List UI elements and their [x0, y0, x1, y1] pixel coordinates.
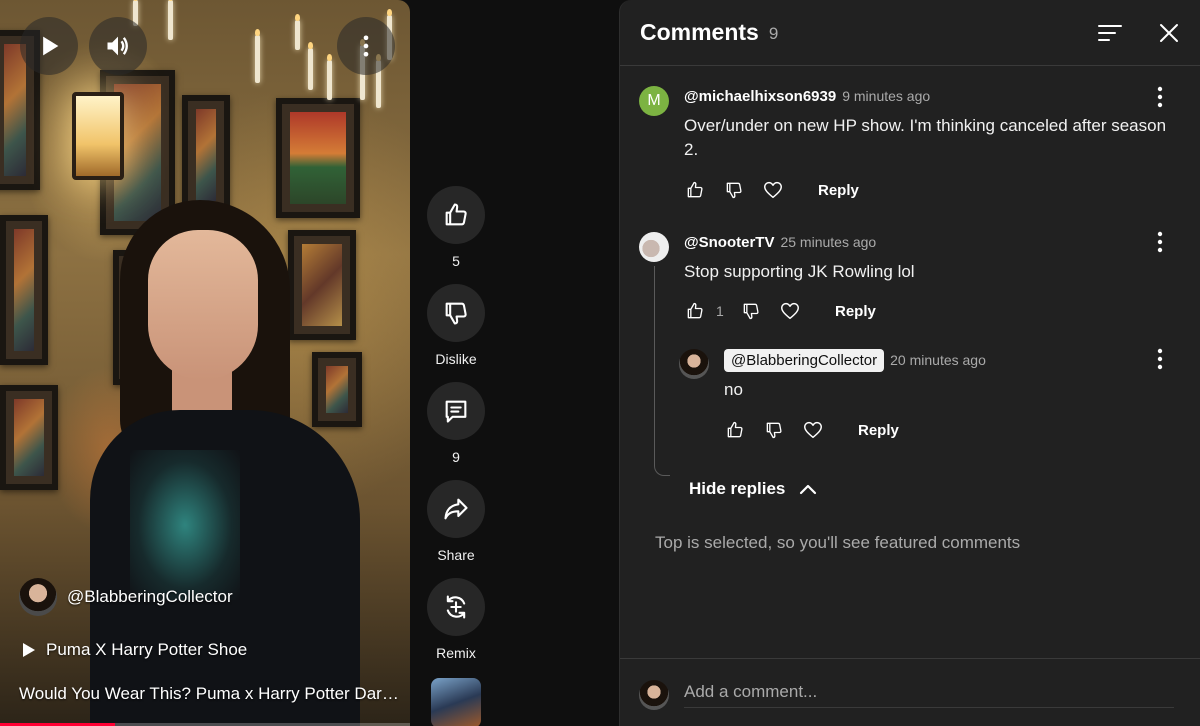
volume-icon	[107, 36, 128, 56]
comments-button[interactable]	[427, 382, 485, 440]
play-small-icon	[23, 643, 35, 657]
reply-heart-button[interactable]	[802, 419, 824, 441]
vertical-dots-icon	[1157, 86, 1163, 108]
reply-button[interactable]: Reply	[818, 182, 859, 199]
comment-count: 9	[452, 449, 460, 465]
comment-heart-button[interactable]	[762, 179, 784, 201]
channel-avatar[interactable]	[19, 578, 57, 616]
music-title: Puma X Harry Potter Shoe	[46, 640, 248, 659]
wall-frame	[0, 385, 58, 490]
comment-author[interactable]: @SnooterTV	[684, 234, 774, 251]
add-comment-input[interactable]: Add a comment...	[684, 680, 1174, 708]
share-label: Share	[437, 547, 475, 563]
wall-frame	[0, 215, 48, 365]
comment-avatar[interactable]	[639, 232, 669, 262]
comments-count: 9	[768, 24, 779, 43]
thread-line	[654, 266, 670, 476]
heart-icon	[764, 181, 782, 199]
vertical-dots-icon	[363, 35, 369, 57]
reply-time[interactable]: 20 minutes ago	[890, 352, 986, 368]
candle	[255, 29, 260, 83]
candle	[327, 54, 332, 100]
action-column: 5 Dislike 9 Share Remix	[425, 186, 487, 726]
play-button[interactable]	[20, 17, 78, 75]
comment-heart-button[interactable]	[779, 300, 801, 322]
comment-like-button[interactable]	[684, 300, 706, 322]
like-button[interactable]	[427, 186, 485, 244]
reply-button[interactable]: Reply	[858, 422, 899, 439]
thumbs-up-icon	[687, 302, 703, 319]
comment-like-count: 1	[716, 303, 724, 319]
like-count: 5	[452, 253, 460, 269]
comment-icon	[445, 400, 467, 423]
wall-frame	[182, 95, 230, 215]
featured-notice: Top is selected, so you'll see featured …	[655, 533, 1021, 552]
close-button[interactable]	[1155, 19, 1183, 47]
comment-author[interactable]: @michaelhixson6939	[684, 88, 836, 105]
reply-author-chip[interactable]: @BlabberingCollector	[724, 349, 885, 372]
close-icon	[1160, 24, 1178, 42]
candle	[295, 14, 300, 50]
thumbs-up-icon	[727, 421, 743, 438]
reply-like-button[interactable]	[724, 419, 746, 441]
reply-avatar[interactable]	[679, 349, 709, 379]
remix-icon	[446, 595, 466, 619]
reply-button[interactable]: Reply	[835, 303, 876, 320]
comment-menu-button[interactable]	[1150, 85, 1170, 109]
comment-avatar[interactable]: M	[639, 86, 669, 116]
reply-menu-button[interactable]	[1150, 347, 1170, 371]
reply-dislike-button[interactable]	[763, 419, 785, 441]
candle	[308, 42, 313, 90]
heart-icon	[804, 421, 822, 439]
dislike-label: Dislike	[435, 351, 477, 367]
hide-replies-button[interactable]: Hide replies	[689, 478, 819, 500]
dislike-button[interactable]	[427, 284, 485, 342]
remix-label: Remix	[436, 645, 476, 661]
share-button[interactable]	[427, 480, 485, 538]
chevron-up-icon	[800, 484, 817, 495]
thumbs-down-icon	[743, 303, 759, 320]
video-title[interactable]: Would You Wear This? Puma x Harry Potter…	[19, 684, 399, 704]
comment-like-button[interactable]	[684, 179, 706, 201]
comment-text: Over/under on new HP show. I'm thinking …	[684, 116, 1167, 159]
play-icon	[43, 36, 59, 56]
sort-icon	[1098, 25, 1122, 41]
sound-thumbnail[interactable]	[431, 678, 481, 726]
comment-time[interactable]: 25 minutes ago	[780, 234, 876, 250]
user-avatar	[639, 680, 669, 710]
channel-name[interactable]: @BlabberingCollector	[67, 587, 233, 607]
vertical-dots-icon	[1157, 231, 1163, 253]
video-player[interactable]: @BlabberingCollector Puma X Harry Potter…	[0, 0, 410, 726]
channel-info[interactable]: @BlabberingCollector	[19, 578, 233, 616]
vertical-dots-icon	[1157, 348, 1163, 370]
more-options-button[interactable]	[337, 17, 395, 75]
thumbs-down-icon	[766, 422, 782, 439]
lantern	[72, 92, 124, 180]
thumbs-up-icon	[687, 181, 703, 198]
share-icon	[444, 498, 468, 520]
heart-icon	[781, 302, 799, 320]
comment-menu-button[interactable]	[1150, 230, 1170, 254]
sort-button[interactable]	[1096, 19, 1124, 47]
reply-text: no	[724, 380, 743, 399]
comment-time[interactable]: 9 minutes ago	[842, 88, 930, 104]
remix-button[interactable]	[427, 578, 485, 636]
music-link[interactable]: Puma X Harry Potter Shoe	[22, 640, 247, 660]
comment-dislike-button[interactable]	[740, 300, 762, 322]
comment-text: Stop supporting JK Rowling lol	[684, 262, 915, 281]
comment-dislike-button[interactable]	[723, 179, 745, 201]
volume-button[interactable]	[89, 17, 147, 75]
comments-panel: Comments 9 M @michaelhixson6939 9 minute…	[619, 0, 1200, 726]
comments-header: Comments 9	[620, 0, 1200, 66]
comments-title: Comments	[640, 19, 759, 45]
hide-replies-label: Hide replies	[689, 479, 786, 498]
candle	[168, 0, 173, 40]
thumbs-up-icon	[445, 203, 467, 226]
thumbs-down-icon	[726, 182, 742, 199]
comment-composer: Add a comment...	[620, 658, 1200, 726]
thumbs-down-icon	[445, 302, 467, 325]
